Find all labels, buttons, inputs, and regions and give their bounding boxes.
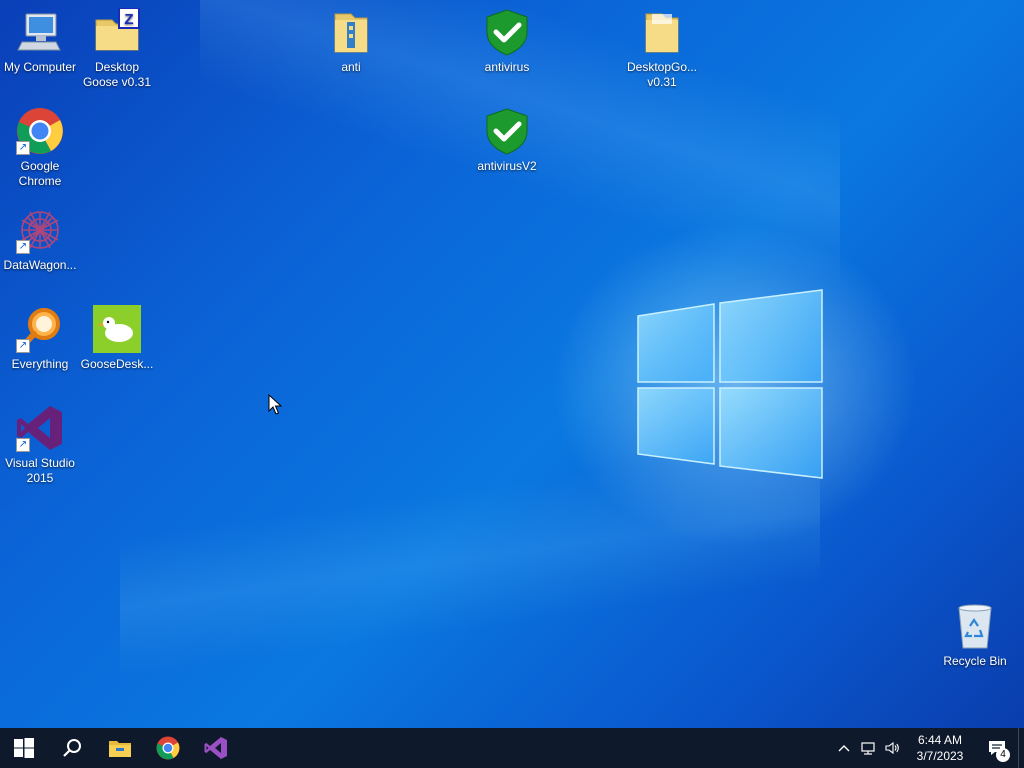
desktop-icon-antivirus[interactable]: antivirus	[467, 8, 547, 75]
desktop-icon-google-chrome[interactable]: ↗ Google Chrome	[0, 107, 80, 189]
desktop-icon-label: Visual Studio 2015	[5, 456, 75, 485]
desktop-icon-label: antivirusV2	[477, 159, 537, 173]
folder-icon	[645, 13, 679, 53]
speaker-icon	[885, 741, 899, 755]
volume-button[interactable]	[880, 740, 904, 756]
desktop-icon-label: anti	[341, 60, 361, 74]
network-button[interactable]	[856, 740, 880, 756]
desktop-icon-antivirusv2[interactable]: antivirusV2	[467, 107, 547, 174]
desktop-icon-label: Google Chrome	[18, 159, 62, 188]
shortcut-arrow-icon: ↗	[16, 438, 30, 452]
svg-text:Z: Z	[124, 11, 133, 28]
network-icon	[861, 742, 875, 755]
desktop-icon-label: DataWagon...	[3, 258, 77, 272]
desktop-icon-label: My Computer	[3, 60, 77, 74]
clock-time: 6:44 AM	[917, 733, 963, 747]
start-button[interactable]	[0, 728, 48, 768]
shield-check-icon	[486, 9, 528, 56]
chrome-icon	[156, 736, 180, 760]
desktop-icon-label: Everything	[11, 357, 69, 371]
clock-date: 3/7/2023	[916, 749, 964, 763]
search-icon	[63, 739, 81, 757]
shortcut-arrow-icon: ↗	[16, 339, 30, 353]
desktop-icon-label: Desktop Goose v0.31	[82, 60, 152, 89]
recycle-bin-icon	[958, 604, 992, 649]
taskbar-clock[interactable]: 6:44 AM 3/7/2023	[904, 732, 976, 764]
notification-count-badge: 4	[996, 748, 1010, 762]
goose-icon	[93, 305, 141, 353]
mouse-cursor-icon	[268, 394, 282, 415]
desktop-icon-visual-studio[interactable]: ↗ Visual Studio 2015	[0, 404, 80, 486]
computer-icon	[17, 13, 61, 51]
file-explorer-icon	[109, 741, 131, 757]
desktop-icon-goosedesk[interactable]: GooseDesk...	[77, 305, 157, 372]
taskbar: 6:44 AM 3/7/2023 4	[0, 728, 1024, 768]
show-hidden-icons-button[interactable]	[832, 740, 856, 756]
desktop-icon-label: DesktopGo... v0.31	[626, 60, 698, 89]
visual-studio-icon	[204, 737, 227, 759]
system-tray: 6:44 AM 3/7/2023 4	[832, 728, 1024, 768]
shortcut-arrow-icon: ↗	[16, 141, 30, 155]
zip-folder-icon	[334, 13, 368, 53]
shield-check-icon	[486, 108, 528, 155]
desktop-icon-my-computer[interactable]: My Computer	[0, 8, 80, 75]
taskbar-chrome[interactable]	[144, 728, 192, 768]
desktop-icon-desktopgoose-folder[interactable]: DesktopGo... v0.31	[622, 8, 702, 90]
desktop-icon-anti[interactable]: anti	[311, 8, 391, 75]
taskbar-file-explorer[interactable]	[96, 728, 144, 768]
desktop-icon-desktop-goose[interactable]: Z Desktop Goose v0.31	[77, 8, 157, 90]
windows-start-icon	[14, 738, 34, 758]
chevron-up-icon	[838, 745, 850, 752]
taskbar-visual-studio[interactable]	[192, 728, 240, 768]
desktop-icon-datawagon[interactable]: ↗ DataWagon...	[0, 206, 80, 273]
windows-logo-wallpaper	[637, 289, 823, 479]
desktop-icon-label: GooseDesk...	[80, 357, 154, 371]
shortcut-arrow-icon: ↗	[16, 240, 30, 254]
desktop-icon-recycle-bin[interactable]: Recycle Bin	[935, 602, 1015, 669]
desktop-icon-label: antivirus	[484, 60, 530, 74]
taskbar-search-button[interactable]	[48, 728, 96, 768]
show-desktop-button[interactable]	[1018, 728, 1024, 768]
action-center-button[interactable]: 4	[976, 728, 1018, 768]
zip-folder-icon: Z	[95, 8, 140, 51]
desktop-icon-label: Recycle Bin	[943, 654, 1007, 668]
desktop-icon-everything[interactable]: ↗ Everything	[0, 305, 80, 372]
